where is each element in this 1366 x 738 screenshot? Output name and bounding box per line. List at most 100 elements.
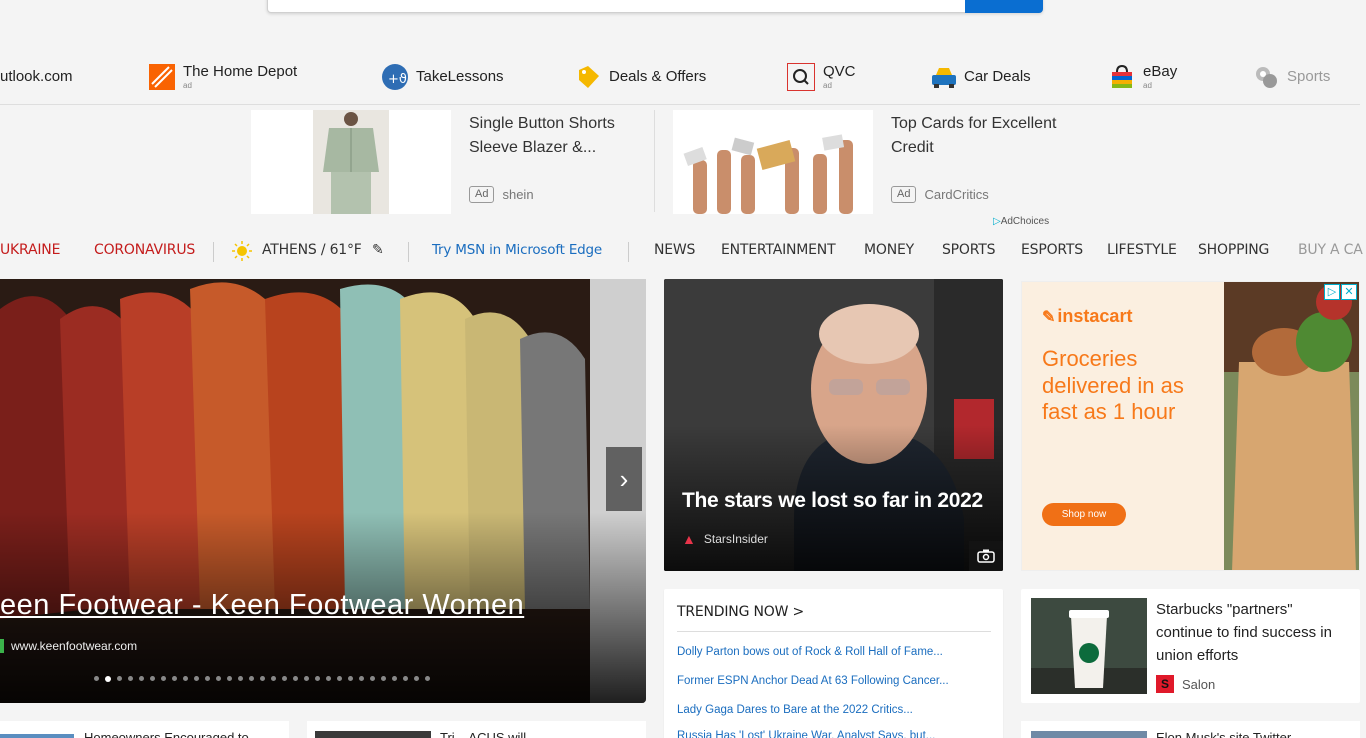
- trending-link[interactable]: Russia Has 'Lost' Ukraine War, Analyst S…: [677, 730, 993, 738]
- story-title[interactable]: Starbucks "partners" continue to find su…: [1156, 598, 1351, 667]
- trending-header[interactable]: TRENDING NOW >: [677, 604, 804, 620]
- carousel-dot[interactable]: [227, 676, 232, 681]
- story-card-partial[interactable]: Elon Musk's site Twitter: [1021, 721, 1360, 738]
- quicklink-label: Deals & Offers: [609, 68, 707, 85]
- carousel-dot[interactable]: [94, 676, 99, 681]
- nav-coronavirus[interactable]: CORONAVIRUS: [94, 242, 195, 258]
- quicklink-home-depot[interactable]: The Home Depot ad: [149, 55, 297, 99]
- quicklink-ebay[interactable]: eBay ad: [1109, 55, 1177, 99]
- story-title[interactable]: Tri... ACUS will: [440, 730, 526, 738]
- quicklink-takelessons[interactable]: +ϑ TakeLessons: [382, 55, 504, 99]
- quicklink-deals[interactable]: Deals & Offers: [575, 55, 706, 99]
- trending-now: TRENDING NOW > Dolly Parton bows out of …: [664, 589, 1003, 738]
- nav-esports[interactable]: ESPORTS: [1021, 242, 1083, 258]
- carousel-dot[interactable]: [205, 676, 210, 681]
- hero-title[interactable]: een Footwear - Keen Footwear Women: [0, 589, 524, 622]
- ad-headline: Groceries delivered in as fast as 1 hour: [1042, 346, 1184, 424]
- ad-card-shein[interactable]: Single Button Shorts Sleeve Blazer &... …: [251, 110, 651, 214]
- ad-tag: Ad: [891, 186, 917, 203]
- carousel-dot[interactable]: [172, 676, 177, 681]
- carousel-dot[interactable]: [271, 676, 276, 681]
- story-card-starbucks[interactable]: Starbucks "partners" continue to find su…: [1021, 589, 1360, 703]
- nav-buy-a-car[interactable]: BUY A CA: [1298, 242, 1363, 258]
- carousel-dot[interactable]: [128, 676, 133, 681]
- nav-sports[interactable]: SPORTS: [942, 242, 995, 258]
- carousel-dot[interactable]: [194, 676, 199, 681]
- nav-news[interactable]: NEWS: [654, 242, 695, 258]
- carousel-dot[interactable]: [249, 676, 254, 681]
- quicklink-sports[interactable]: Sports: [1253, 55, 1330, 99]
- ad-title[interactable]: Single Button Shorts Sleeve Blazer &...: [469, 112, 639, 160]
- carousel-dot[interactable]: [293, 676, 298, 681]
- ad-image: [251, 110, 451, 214]
- carousel-dot[interactable]: [414, 676, 419, 681]
- hero-carousel[interactable]: › een Footwear - Keen Footwear Women www…: [0, 279, 646, 703]
- story-card-partial[interactable]: Homeowners Encouraged to: [0, 721, 289, 738]
- carousel-dot[interactable]: [403, 676, 408, 681]
- search-button[interactable]: [965, 0, 1043, 13]
- search-box[interactable]: [267, 0, 1043, 13]
- quicklink-car-deals[interactable]: Car Deals: [930, 55, 1031, 99]
- ad-separator: [654, 110, 655, 212]
- camera-icon: [969, 541, 1003, 571]
- carousel-dot[interactable]: [370, 676, 375, 681]
- quick-links-bar: utlook.com The Home Depot ad +ϑ TakeLesso…: [0, 55, 1366, 103]
- ad-image: [673, 110, 873, 214]
- nav-separator: [213, 242, 214, 262]
- adchoices-link[interactable]: ▷AdChoices: [993, 216, 1049, 227]
- quicklink-outlook[interactable]: utlook.com: [0, 55, 73, 99]
- story-source: ▲ StarsInsider: [682, 531, 768, 547]
- carousel-dot[interactable]: [139, 676, 144, 681]
- ad-title[interactable]: Top Cards for Excellent Credit: [891, 112, 1061, 160]
- carousel-dot[interactable]: [183, 676, 188, 681]
- carousel-dot[interactable]: [381, 676, 386, 681]
- carousel-dot[interactable]: [392, 676, 397, 681]
- carousel-dot[interactable]: [260, 676, 265, 681]
- carousel-dot[interactable]: [315, 676, 320, 681]
- carousel-dot[interactable]: [337, 676, 342, 681]
- carousel-dot[interactable]: [348, 676, 353, 681]
- story-title[interactable]: Homeowners Encouraged to: [84, 730, 249, 738]
- nav-entertainment[interactable]: ENTERTAINMENT: [721, 242, 836, 258]
- nav-try-edge[interactable]: Try MSN in Microsoft Edge: [432, 242, 602, 258]
- hero-source-label: www.keenfootwear.com: [11, 639, 138, 653]
- nav-ukraine[interactable]: UKRAINE: [0, 242, 60, 258]
- ad-label: ad: [183, 81, 192, 90]
- carousel-dot[interactable]: [304, 676, 309, 681]
- story-card-stars[interactable]: The stars we lost so far in 2022 ▲ Stars…: [664, 279, 1003, 571]
- carousel-dot[interactable]: [425, 676, 430, 681]
- sports-balls-icon: [1253, 64, 1279, 90]
- instacart-logo: ✎ instacart: [1042, 306, 1132, 327]
- ad-label: ad: [823, 81, 832, 90]
- carousel-dot[interactable]: [117, 676, 122, 681]
- salon-icon: S: [1156, 675, 1174, 693]
- carousel-dot[interactable]: [161, 676, 166, 681]
- shop-now-button[interactable]: Shop now: [1042, 503, 1126, 526]
- nav-lifestyle[interactable]: LIFESTYLE: [1107, 242, 1177, 258]
- nav-money[interactable]: MONEY: [864, 242, 914, 258]
- trending-link[interactable]: Former ESPN Anchor Dead At 63 Following …: [677, 675, 993, 687]
- trending-link[interactable]: Lady Gaga Dares to Bare at the 2022 Crit…: [677, 704, 993, 716]
- close-icon[interactable]: ✕: [1341, 284, 1357, 300]
- carousel-dot[interactable]: [326, 676, 331, 681]
- carousel-dot[interactable]: [282, 676, 287, 681]
- adchoices-icon[interactable]: ▷: [1324, 284, 1340, 300]
- carousel-dot[interactable]: [359, 676, 364, 681]
- nav-shopping[interactable]: SHOPPING: [1198, 242, 1269, 258]
- nav-weather[interactable]: ATHENS / 61°F: [262, 242, 362, 258]
- pencil-icon[interactable]: ✎: [372, 242, 384, 258]
- carousel-dot[interactable]: [216, 676, 221, 681]
- ad-instacart[interactable]: ✎ instacart Groceries delivered in as fa…: [1021, 281, 1360, 571]
- carousel-dot[interactable]: [238, 676, 243, 681]
- carousel-dot[interactable]: [105, 675, 111, 682]
- story-title[interactable]: Elon Musk's site Twitter: [1156, 730, 1291, 738]
- carousel-dot[interactable]: [150, 676, 155, 681]
- carousel-next-button[interactable]: ›: [606, 447, 642, 511]
- trending-link[interactable]: Dolly Parton bows out of Rock & Roll Hal…: [677, 646, 993, 658]
- category-nav: UKRAINE CORONAVIRUS ATHENS / 61°F ✎ Try …: [0, 238, 1366, 266]
- story-title[interactable]: The stars we lost so far in 2022: [682, 489, 983, 513]
- quicklink-qvc[interactable]: QVC ad: [787, 55, 856, 99]
- story-card-partial[interactable]: Tri... ACUS will: [307, 721, 646, 738]
- ad-card-cardcritics[interactable]: Top Cards for Excellent Credit Ad CardCr…: [673, 110, 1073, 214]
- adchoices-label: AdChoices: [1000, 216, 1050, 227]
